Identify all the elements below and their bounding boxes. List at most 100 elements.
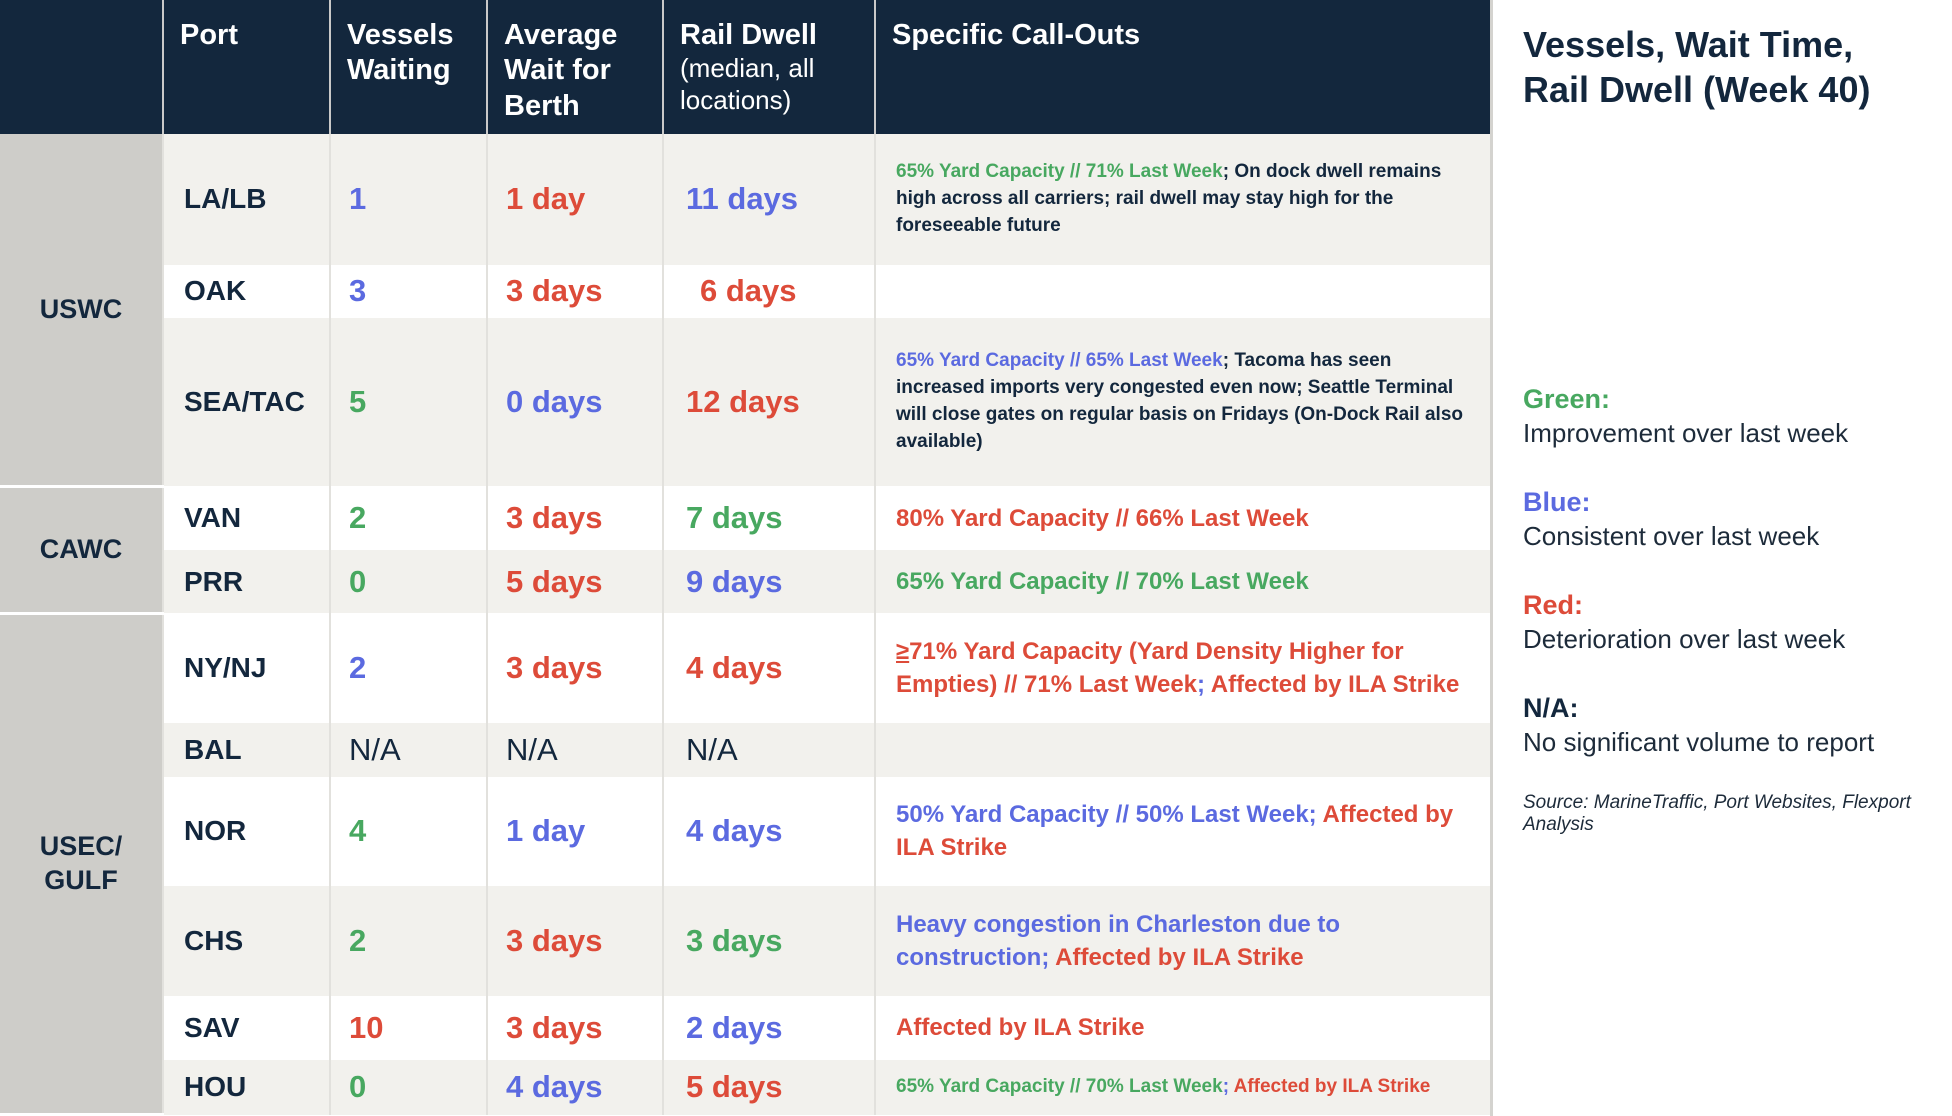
source-note: Source: MarineTraffic, Port Websites, Fl… (1523, 792, 1911, 835)
legend-item: Green: Improvement over last week (1523, 382, 1932, 451)
cell-rail-dwell: 6 days (663, 264, 876, 319)
callout-segment: Affected by ILA Strike (1055, 944, 1304, 972)
cell-rail-dwell: 4 days (663, 613, 876, 724)
legend: Green: Improvement over last week Blue: Con… (1523, 382, 1932, 794)
port-status-table: Port Vessels Waiting Average Wait for Be… (0, 0, 1490, 1116)
cell-vessels-waiting: 2 (330, 886, 488, 997)
cell-specific-callout: 80% Yard Capacity // 66% Last Week (875, 486, 1490, 550)
cell-port-name: LA/LB (163, 134, 331, 265)
callout-segment: ; (1222, 160, 1235, 182)
callout-segment: Affected by ILA Strike (1233, 1075, 1431, 1097)
cell-port-name: OAK (163, 264, 331, 319)
callout-segment: ; (1308, 801, 1323, 829)
header-rail-dwell-main: Rail Dwell (680, 19, 817, 51)
cell-specific-callout: Affected by ILA Strike (875, 996, 1490, 1060)
cell-average-wait: 3 days (487, 613, 664, 724)
cell-vessels-waiting: 2 (330, 486, 488, 550)
table-row: USWC LA/LB 1 1 day 11 days 65% Yard Capacity … (0, 134, 1490, 488)
cell-port-name: BAL (163, 723, 331, 777)
table-row: HOU 0 4 days 5 days 65% Yard Capacity // 70%… (0, 1059, 1490, 1115)
cell-average-wait: 4 days (487, 1059, 664, 1115)
cell-rail-dwell: 4 days (663, 776, 876, 887)
cell-specific-callout (875, 264, 1490, 319)
cell-average-wait: N/A (487, 723, 664, 777)
info-panel: Vessels, Wait Time, Rail Dwell (Week 40)… (1490, 0, 1952, 1116)
port-table-container: Port Vessels Waiting Average Wait for Be… (0, 0, 1490, 1116)
cell-port-name: SEA/TAC (163, 318, 331, 487)
region-group-cell: USEC/GULF (0, 613, 164, 1116)
legend-term: Blue: (1523, 486, 1591, 517)
header-group (0, 0, 164, 135)
cell-port-name: HOU (163, 1059, 331, 1115)
callout-segment: 80% Yard Capacity // 66% Last Week (896, 504, 1309, 532)
table-header: Port Vessels Waiting Average Wait for Be… (0, 0, 1490, 135)
cell-specific-callout: 50% Yard Capacity // 50% Last Week; Affe… (875, 776, 1490, 887)
cell-rail-dwell: 11 days (663, 134, 876, 265)
cell-port-name: NOR (163, 776, 331, 887)
table-row: SAV 10 3 days 2 days Affected by ILA Strike (0, 996, 1490, 1060)
cell-vessels-waiting: 2 (330, 613, 488, 724)
callout-segment: ≥ (896, 638, 910, 666)
cell-vessels-waiting: 4 (330, 776, 488, 887)
callout-segment: ; (1197, 671, 1211, 699)
header-port: Port (163, 0, 331, 135)
cell-rail-dwell: 12 days (663, 318, 876, 487)
table-row: BAL N/A N/A N/A (0, 723, 1490, 777)
cell-rail-dwell: 3 days (663, 886, 876, 997)
cell-average-wait: 3 days (487, 486, 664, 550)
cell-port-name: PRR (163, 549, 331, 614)
cell-average-wait: 3 days (487, 886, 664, 997)
header-specific-callouts: Specific Call-Outs (875, 0, 1490, 135)
legend-item: Red: Deterioration over last week (1523, 588, 1932, 657)
callout-segment: Affected by ILA Strike (896, 1014, 1145, 1042)
callout-segment: Affected by ILA Strike (1210, 671, 1460, 699)
callout-segment: 65% Yard Capacity // 71% Last Week (896, 160, 1223, 182)
slide-root: Port Vessels Waiting Average Wait for Be… (0, 0, 1952, 1116)
header-rail-dwell-sub: (median, all locations) (680, 53, 815, 116)
legend-description: Consistent over last week (1523, 520, 1820, 551)
legend-item: Blue: Consistent over last week (1523, 485, 1932, 554)
cell-average-wait: 5 days (487, 549, 664, 614)
cell-average-wait: 1 day (487, 134, 664, 265)
cell-specific-callout: 65% Yard Capacity // 70% Last Week (875, 549, 1490, 614)
table-row: SEA/TAC 5 0 days 12 days 65% Yard Capacity /… (0, 318, 1490, 487)
legend-term: N/A: (1523, 692, 1579, 723)
cell-vessels-waiting: 1 (330, 134, 488, 265)
cell-vessels-waiting: 3 (330, 264, 488, 319)
panel-title: Vessels, Wait Time, Rail Dwell (Week 40) (1523, 24, 1871, 110)
legend-description: Deterioration over last week (1523, 623, 1846, 654)
table-row: CAWC VAN 2 3 days 7 days 80% Yard Capacity //… (0, 486, 1490, 615)
cell-rail-dwell: 9 days (663, 549, 876, 614)
cell-port-name: NY/NJ (163, 613, 331, 724)
cell-specific-callout: 65% Yard Capacity // 70% Last Week; Affe… (875, 1059, 1490, 1115)
table-row: OAK 3 3 days 6 days (0, 264, 1490, 319)
region-group-cell: USWC (0, 134, 164, 488)
table-row: NOR 4 1 day 4 days 50% Yard Capacity // 50% … (0, 776, 1490, 887)
table-row: CHS 2 3 days 3 days Heavy congestion in Char… (0, 886, 1490, 997)
table-row: PRR 0 5 days 9 days 65% Yard Capacity // 70%… (0, 549, 1490, 614)
legend-description: Improvement over last week (1523, 418, 1849, 449)
cell-specific-callout: 65% Yard Capacity // 65% Last Week; Taco… (875, 318, 1490, 487)
cell-average-wait: 3 days (487, 996, 664, 1060)
legend-description: No significant volume to report (1523, 726, 1875, 757)
cell-average-wait: 0 days (487, 318, 664, 487)
callout-segment: 50% Yard Capacity // 50% Last Week (896, 801, 1309, 829)
legend-item: N/A: No significant volume to report (1523, 691, 1932, 760)
cell-vessels-waiting: 10 (330, 996, 488, 1060)
legend-term: Red: (1523, 589, 1583, 620)
header-row: Port Vessels Waiting Average Wait for Be… (0, 0, 1490, 135)
cell-rail-dwell: 5 days (663, 1059, 876, 1115)
cell-vessels-waiting: 5 (330, 318, 488, 487)
cell-average-wait: 1 day (487, 776, 664, 887)
cell-vessels-waiting: 0 (330, 549, 488, 614)
callout-segment: 65% Yard Capacity // 70% Last Week (896, 567, 1309, 595)
callout-segment: 65% Yard Capacity // 65% Last Week (896, 350, 1223, 372)
header-average-wait: Average Wait for Berth (487, 0, 664, 135)
cell-vessels-waiting: N/A (330, 723, 488, 777)
region-group-cell: CAWC (0, 486, 164, 615)
callout-segment: ; (1222, 1075, 1234, 1097)
callout-segment: ; (1041, 944, 1056, 972)
table-row: USEC/GULF NY/NJ 2 3 days 4 days ≥71% Yard Cap… (0, 613, 1490, 1116)
cell-specific-callout: Heavy congestion in Charleston due to co… (875, 886, 1490, 997)
header-vessels-waiting: Vessels Waiting (330, 0, 488, 135)
